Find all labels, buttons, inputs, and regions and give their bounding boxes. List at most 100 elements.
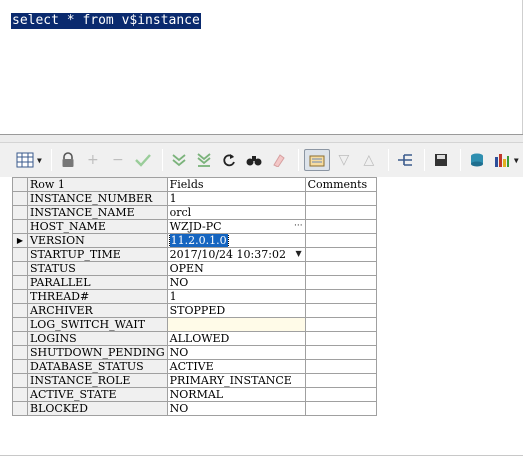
field-value[interactable]: NO [166,345,306,360]
table-row[interactable]: ARCHIVER STOPPED [12,303,377,318]
field-value[interactable]: ALLOWED [166,331,306,346]
field-value-cell[interactable]: WZJD-PC ··· [166,219,306,234]
field-comment[interactable] [304,317,377,332]
field-comment[interactable] [304,401,377,416]
field-name: LOG_SWITCH_WAIT [27,317,168,332]
field-value[interactable]: 1 [166,191,306,206]
sql-text[interactable]: select * from v$instance [11,13,201,29]
chevron-down-icon[interactable]: ▼ [37,156,42,165]
field-name: SHUTDOWN_PENDING [27,345,168,360]
table-row-current[interactable]: ▶ VERSION 11.2.0.1.0 [12,233,377,248]
field-name: VERSION [27,233,168,248]
row-indicator [12,317,28,332]
field-comment[interactable] [304,373,377,388]
chart-icon[interactable] [491,149,513,171]
field-value[interactable]: NORMAL [166,387,306,402]
add-record-icon[interactable]: + [82,149,104,171]
grid-view-icon[interactable] [14,149,36,171]
save-icon[interactable] [430,149,452,171]
fetch-last-icon[interactable] [193,149,215,171]
toolbar-separator [161,149,163,171]
field-comment[interactable] [304,261,377,276]
field-value[interactable]: PRIMARY_INSTANCE [166,373,306,388]
row-indicator [12,359,28,374]
table-row[interactable]: INSTANCE_NAME orcl [12,205,377,220]
field-comment[interactable] [304,387,377,402]
field-comment[interactable] [304,289,377,304]
field-value[interactable]: OPEN [166,261,306,276]
field-comment[interactable] [304,219,377,234]
table-row[interactable]: DATABASE_STATUS ACTIVE [12,359,377,374]
row-indicator [12,275,28,290]
field-value-cell[interactable]: 11.2.0.1.0 [166,233,306,248]
table-row[interactable]: INSTANCE_NUMBER 1 [12,191,377,206]
field-comment[interactable] [304,359,377,374]
table-row[interactable]: THREAD# 1 [12,289,377,304]
fields-header[interactable]: Fields [166,177,306,192]
comments-header[interactable]: Comments [304,177,377,192]
table-row[interactable]: SHUTDOWN_PENDING NO [12,345,377,360]
field-comment[interactable] [304,205,377,220]
find-icon[interactable] [243,149,265,171]
tree-view-icon[interactable] [394,149,416,171]
field-comment[interactable] [304,345,377,360]
table-row[interactable]: HOST_NAME WZJD-PC ··· [12,219,377,234]
splitter[interactable] [0,134,523,143]
sort-descending-icon[interactable]: ▽ [333,149,355,171]
table-row[interactable]: STARTUP_TIME 2017/10/24 10:37:02 ▼ [12,247,377,262]
field-value[interactable]: NO [166,401,306,416]
lock-icon[interactable] [57,149,79,171]
row-indicator [12,331,28,346]
field-comment[interactable] [304,233,377,248]
field-comment[interactable] [304,275,377,290]
field-comment[interactable] [304,191,377,206]
sort-ascending-icon[interactable]: △ [358,149,380,171]
result-toolbar: ▼ + − ▽ △ ▼ [0,143,523,177]
table-row[interactable]: BLOCKED NO [12,401,377,416]
field-name: BLOCKED [27,401,168,416]
field-comment[interactable] [304,303,377,318]
field-value[interactable]: orcl [166,205,306,220]
toolbar-separator [423,149,425,171]
field-name: ACTIVE_STATE [27,387,168,402]
field-comment[interactable] [304,247,377,262]
toolbar-separator [297,149,299,171]
field-value-cell[interactable]: 2017/10/24 10:37:02 ▼ [166,247,306,262]
divider [0,455,523,456]
table-row[interactable]: LOGINS ALLOWED [12,331,377,346]
table-row[interactable]: LOG_SWITCH_WAIT [12,317,377,332]
field-name: INSTANCE_NAME [27,205,168,220]
refresh-icon[interactable] [218,149,240,171]
field-value[interactable]: STOPPED [166,303,306,318]
row-indicator [12,387,28,402]
field-value[interactable]: WZJD-PC [170,221,222,233]
row-indicator [12,289,28,304]
row-indicator [12,345,28,360]
chevron-down-icon[interactable]: ▼ [514,156,519,165]
single-record-view-icon[interactable] [303,149,330,171]
post-changes-icon[interactable] [132,149,154,171]
table-row[interactable]: INSTANCE_ROLE PRIMARY_INSTANCE [12,373,377,388]
field-value[interactable] [166,317,306,332]
field-value-selected[interactable]: 11.2.0.1.0 [168,234,229,247]
ellipsis-button[interactable]: ··· [294,221,303,233]
table-row[interactable]: PARALLEL NO [12,275,377,290]
fetch-next-icon[interactable] [168,149,190,171]
export-icon[interactable] [466,149,488,171]
sql-editor[interactable]: select * from v$instance [0,0,523,134]
chevron-down-icon[interactable]: ▼ [295,249,301,261]
table-row[interactable]: ACTIVE_STATE NORMAL [12,387,377,402]
clear-icon[interactable] [268,149,290,171]
field-value[interactable]: 1 [166,289,306,304]
row-indicator [12,303,28,318]
toolbar-separator [459,149,461,171]
field-comment[interactable] [304,331,377,346]
delete-record-icon[interactable]: − [107,149,129,171]
field-name: INSTANCE_NUMBER [27,191,168,206]
field-value[interactable]: 2017/10/24 10:37:02 [170,249,286,261]
field-value[interactable]: ACTIVE [166,359,306,374]
toolbar-separator [387,149,389,171]
field-name: THREAD# [27,289,168,304]
table-row[interactable]: STATUS OPEN [12,261,377,276]
field-value[interactable]: NO [166,275,306,290]
